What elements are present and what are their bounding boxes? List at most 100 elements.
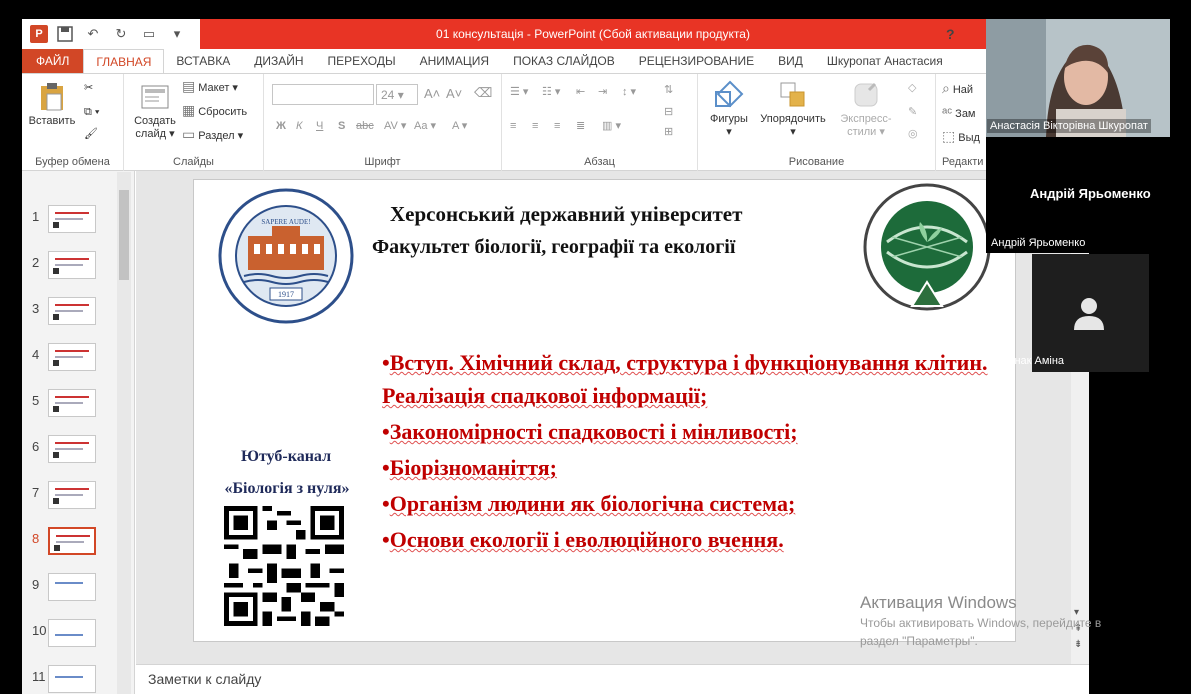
align-left-icon[interactable]: ≡ [510,120,516,133]
quick-styles-button[interactable]: Экспресс- стили ▾ [836,80,896,139]
increase-indent-icon[interactable]: ⇥ [598,86,607,99]
find-button[interactable]: ⌕ Най [942,81,973,97]
font-color-button[interactable]: A ▾ [452,120,467,133]
topic-bullet: •Біорізноманіття; [382,455,557,480]
help-button[interactable]: ? [946,19,955,49]
section-button[interactable]: ▭ Раздел ▾ [182,126,243,143]
user-avatar-icon [1074,298,1104,330]
smartart-icon[interactable]: ⊞ [664,126,673,139]
clear-format-icon[interactable]: ⌫ [474,86,492,99]
tab-home[interactable]: ГЛАВНАЯ [83,49,165,73]
slide-thumbnail[interactable]: 11 [22,665,122,694]
shapes-button[interactable]: Фигуры ▾ [704,80,754,139]
group-label-font: Шрифт [364,156,401,168]
slide-thumbnail[interactable]: 4 [22,343,122,383]
tab-file[interactable]: ФАЙЛ [22,49,84,73]
slide-thumbnail[interactable]: 2 [22,251,122,291]
slide-thumbnail[interactable]: 5 [22,389,122,429]
shapes-icon [714,80,744,110]
shape-effects-icon[interactable]: ◎ [908,128,918,141]
arrange-icon [778,80,808,110]
group-paragraph: ☰ ▾ ☷ ▾ ⇤ ⇥ ↕ ▾ ⇅ ≡ ≡ ≡ ≣ ▥ ▾ ⊟ ⊞ Абзац [502,74,698,172]
reset-icon: ▦ [182,102,196,118]
decrease-indent-icon[interactable]: ⇤ [576,86,585,99]
current-slide[interactable]: 1917 SAPERE AUDE! Херсонський державний … [193,179,1016,642]
slide-heading-university[interactable]: Херсонський державний університет [390,202,742,227]
group-font: 24 ▾ A˄ A˅ ⌫ Ж К Ч S abc AV ▾ Aa ▾ A ▾ Ш… [264,74,502,172]
bullets-icon[interactable]: ☰ ▾ [510,86,528,99]
reset-button[interactable]: ▦ Сбросить [182,102,247,119]
next-slide-icon[interactable]: ⇟ [1074,639,1082,650]
notes-pane[interactable]: Заметки к слайду [136,664,1089,694]
slide-thumbnail[interactable]: 7 [22,481,122,521]
layout-button[interactable]: ▤ Макет ▾ [182,79,238,95]
powerpoint-logo-icon[interactable]: P [30,25,48,43]
align-text-icon[interactable]: ⊟ [664,106,673,119]
quick-access-toolbar: P ↶ ↻ ▭ ▾ [22,19,188,49]
window-title: 01 консультація - PowerPoint (Сбой актив… [200,19,986,49]
slide-thumbnail[interactable]: 6 [22,435,122,475]
tab-review[interactable]: РЕЦЕНЗИРОВАНИЕ [627,49,766,73]
customize-qat-icon[interactable]: ▾ [166,23,188,45]
account-name[interactable]: Шкуропат Анастасия [815,49,955,73]
tab-transitions[interactable]: ПЕРЕХОДЫ [316,49,408,73]
new-slide-button[interactable]: Создать слайд ▾ [128,82,182,141]
tab-design[interactable]: ДИЗАЙН [242,49,315,73]
paste-button[interactable]: Вставить [28,82,76,128]
align-center-icon[interactable]: ≡ [532,120,538,133]
numbering-icon[interactable]: ☷ ▾ [542,86,560,99]
youtube-channel-label[interactable]: Ютуб-канал [226,448,346,466]
underline-button[interactable]: Ч [316,120,323,133]
svg-text:SAPERE AUDE!: SAPERE AUDE! [261,218,310,226]
line-spacing-icon[interactable]: ↕ ▾ [622,86,636,99]
tab-insert[interactable]: ВСТАВКА [164,49,242,73]
tab-view[interactable]: ВИД [766,49,815,73]
university-seal-logo: 1917 SAPERE AUDE! [218,188,354,324]
slide-canvas: 1917 SAPERE AUDE! Херсонський державний … [136,171,1089,664]
text-direction-icon[interactable]: ⇅ [664,84,673,97]
justify-icon[interactable]: ≣ [576,120,585,133]
qr-code-image [224,506,344,626]
replace-icon: ᵃᶜ [942,104,953,120]
thumbnails-scrollbar[interactable] [117,172,131,694]
slide-thumbnail-selected[interactable]: 8 [22,527,122,567]
shape-outline-icon[interactable]: ✎ [908,106,917,119]
slide-topic-list[interactable]: •Вступ. Хімічний склад, структура і функ… [382,346,1002,559]
undo-icon[interactable]: ↶ [82,23,104,45]
shadow-button[interactable]: S [338,120,345,133]
slide-heading-faculty[interactable]: Факультет біології, географії та екологі… [372,236,735,259]
font-size-input[interactable]: 24 ▾ [376,84,418,105]
strikethrough-button[interactable]: abc [356,120,374,133]
redo-icon[interactable]: ↻ [110,23,132,45]
arrange-button[interactable]: Упорядочить ▾ [754,80,832,139]
participant-name-label: Гривнак Аміна [991,355,1065,367]
grow-font-icon[interactable]: A˄ [424,87,440,100]
start-slideshow-icon[interactable]: ▭ [138,23,160,45]
slide-thumbnail[interactable]: 9 [22,573,122,613]
format-painter-icon[interactable]: 🖌 [84,128,98,141]
faculty-emblem-logo [863,183,991,311]
replace-button[interactable]: ᵃᶜ Зам [942,104,976,121]
participant-name-label: Андрій Ярьоменко [991,237,1086,249]
slide-thumbnail[interactable]: 3 [22,297,122,337]
save-icon[interactable] [54,23,76,45]
columns-icon[interactable]: ▥ ▾ [602,120,621,133]
cut-icon[interactable]: ✂ [84,82,93,95]
italic-button[interactable]: К [296,120,302,133]
section-icon: ▭ [182,126,196,142]
bold-button[interactable]: Ж [276,120,286,133]
youtube-channel-name[interactable]: «Біологія з нуля» [202,480,372,498]
tab-slideshow[interactable]: ПОКАЗ СЛАЙДОВ [501,49,627,73]
slide-thumbnail[interactable]: 1 [22,205,122,245]
align-right-icon[interactable]: ≡ [554,120,560,133]
shape-fill-icon[interactable]: ◇ [908,82,916,95]
font-name-input[interactable] [272,84,374,105]
ribbon-tabs: ФАЙЛ ГЛАВНАЯ ВСТАВКА ДИЗАЙН ПЕРЕХОДЫ АНИ… [22,49,1089,73]
change-case-button[interactable]: Aa ▾ [414,120,436,133]
slide-thumbnail[interactable]: 10 [22,619,122,659]
copy-icon[interactable]: ⧉ ▾ [84,106,100,119]
char-spacing-button[interactable]: AV ▾ [384,120,406,133]
shrink-font-icon[interactable]: A˅ [446,87,462,100]
select-button[interactable]: ⬚ Выд [942,129,980,145]
tab-animations[interactable]: АНИМАЦИЯ [408,49,501,73]
